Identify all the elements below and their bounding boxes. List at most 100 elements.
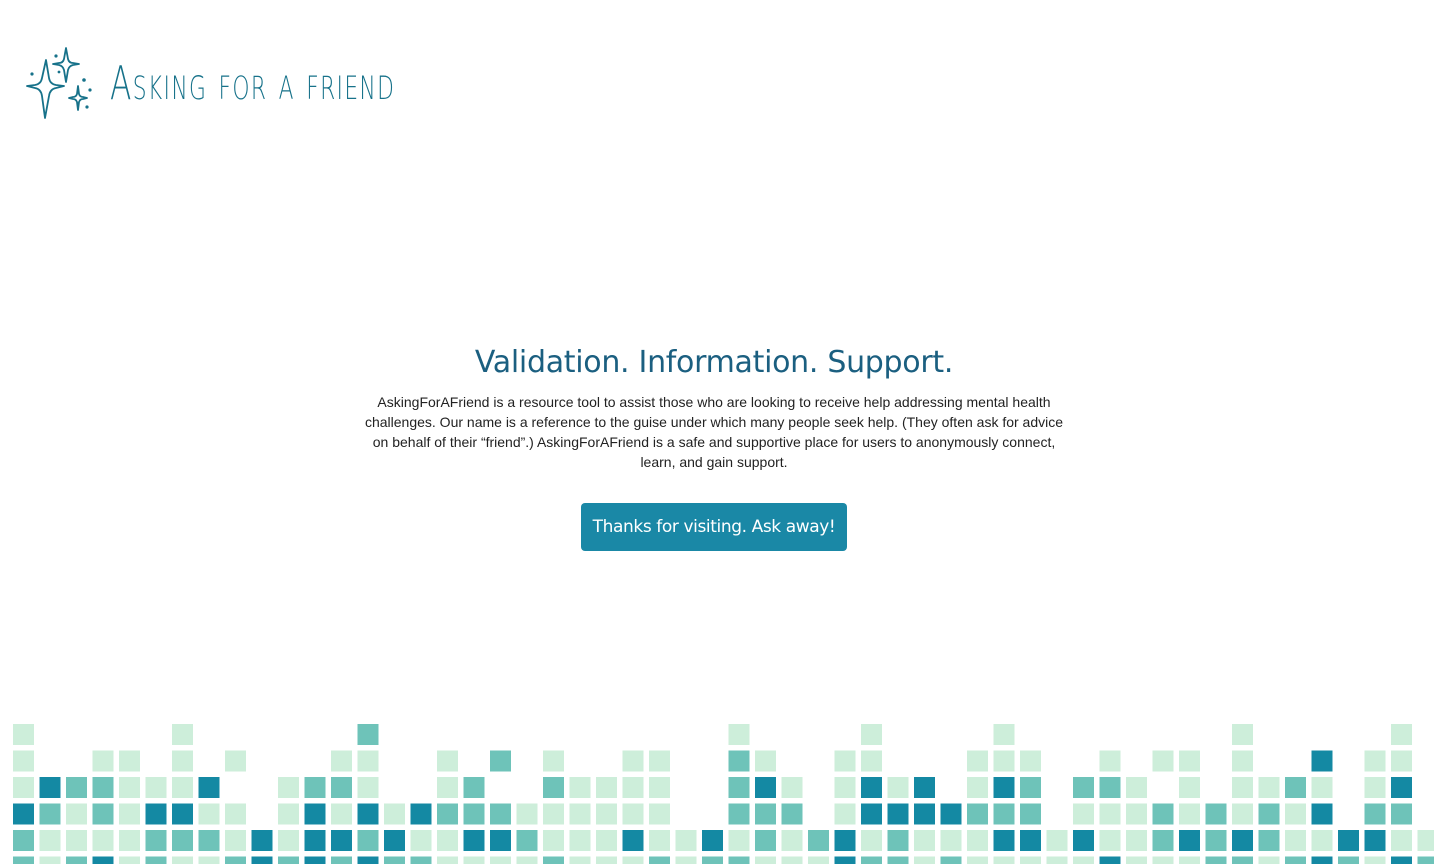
mosaic-tile <box>172 830 193 851</box>
mosaic-tile <box>1205 803 1227 825</box>
mosaic-tile <box>1391 777 1412 798</box>
mosaic-tile <box>119 830 140 851</box>
mosaic-tile <box>304 830 326 851</box>
mosaic-tile <box>1073 803 1094 825</box>
mosaic-tile <box>1126 830 1147 851</box>
mosaic-tile <box>13 777 34 798</box>
mosaic-tile <box>622 777 644 798</box>
mosaic-tile <box>649 777 670 798</box>
mosaic-tile <box>92 750 114 772</box>
mosaic-tile <box>1020 803 1041 825</box>
mosaic-tile <box>861 856 882 864</box>
mosaic-tile <box>1205 856 1227 864</box>
mosaic-tile <box>781 803 803 825</box>
mosaic-tile <box>357 750 379 772</box>
mosaic-tile <box>569 856 591 864</box>
mosaic-tile <box>66 803 87 825</box>
mosaic-tile <box>755 750 776 772</box>
mosaic-tile <box>861 803 882 825</box>
mosaic-tile <box>702 830 723 851</box>
mosaic-tile <box>198 830 220 851</box>
mosaic-tile <box>1311 830 1333 851</box>
mosaic-tile <box>1285 803 1306 825</box>
mosaic-tile <box>172 803 193 825</box>
mosaic-tile <box>357 777 379 798</box>
mosaic-tile <box>1232 856 1253 864</box>
mosaic-tile <box>728 750 750 772</box>
mosaic-tile <box>225 830 246 851</box>
mosaic-tile <box>13 724 34 745</box>
mosaic-tile <box>304 803 326 825</box>
mosaic-tile <box>967 750 988 772</box>
mosaic-tile <box>225 803 246 825</box>
mosaic-tile <box>1258 777 1280 798</box>
site-logo[interactable]: Asking for a friend <box>26 44 529 122</box>
mosaic-tile <box>914 777 935 798</box>
ask-away-button[interactable]: Thanks for visiting. Ask away! <box>580 503 848 551</box>
mosaic-tile <box>887 777 909 798</box>
mosaic-tile <box>1391 803 1412 825</box>
brand-name: Asking for a friend <box>110 56 396 110</box>
mosaic-tile <box>251 830 273 851</box>
mosaic-tile <box>66 856 87 864</box>
mosaic-tile <box>1232 724 1253 745</box>
mosaic-tile <box>861 724 882 745</box>
mosaic-tile <box>967 856 988 864</box>
mosaic-tile <box>198 803 220 825</box>
mosaic-tile <box>1099 777 1121 798</box>
mosaic-tile <box>331 777 352 798</box>
mosaic-tile <box>1020 777 1041 798</box>
mosaic-tile <box>914 830 935 851</box>
mosaic-tile <box>543 750 564 772</box>
mosaic-tile <box>755 856 776 864</box>
mosaic-tile <box>755 830 776 851</box>
mosaic-tile <box>331 750 352 772</box>
mosaic-tile <box>1179 803 1200 825</box>
mosaic-tile <box>993 724 1015 745</box>
mosaic-tile <box>490 750 511 772</box>
mosaic-tile <box>781 777 803 798</box>
mosaic-tile <box>1232 803 1253 825</box>
mosaic-tile <box>145 856 167 864</box>
mosaic-tile <box>781 830 803 851</box>
mosaic-tile <box>993 830 1015 851</box>
mosaic-tile <box>596 803 617 825</box>
mosaic-tile <box>278 803 299 825</box>
mosaic-tile <box>622 803 644 825</box>
hero-description: AskingForAFriend is a resource tool to a… <box>364 394 1064 470</box>
mosaic-tile <box>940 803 962 825</box>
mosaic-tile <box>278 856 299 864</box>
mosaic-tile <box>781 856 803 864</box>
mosaic-tile <box>463 830 485 851</box>
mosaic-tile <box>39 830 61 851</box>
mosaic-tile <box>596 777 617 798</box>
hero-title: Validation. Information. Support. <box>474 345 954 380</box>
mosaic-tile <box>1338 830 1359 851</box>
mosaic-tile <box>1417 830 1434 851</box>
mosaic-tile <box>569 830 591 851</box>
mosaic-tile <box>145 830 167 851</box>
mosaic-tile <box>887 856 909 864</box>
mosaic-tile <box>39 803 61 825</box>
mosaic-tile <box>1364 777 1386 798</box>
mosaic-tile <box>172 777 193 798</box>
mosaic-tile <box>1364 803 1386 825</box>
mosaic-tile <box>278 830 299 851</box>
mosaic-tile <box>728 803 750 825</box>
mosaic-tile <box>490 830 511 851</box>
mosaic-tile <box>1285 830 1306 851</box>
mosaic-tile <box>304 856 326 864</box>
mosaic-tile <box>1285 856 1306 864</box>
mosaic-tile <box>437 830 458 851</box>
mosaic-tile <box>1152 803 1174 825</box>
mosaic-tile <box>39 856 61 864</box>
mosaic-tile <box>304 777 326 798</box>
mosaic-tile <box>92 830 114 851</box>
mosaic-tile <box>331 830 352 851</box>
mosaic-tile <box>1179 856 1200 864</box>
mosaic-tile <box>357 803 379 825</box>
mosaic-tile <box>1020 830 1041 851</box>
mosaic-tile <box>516 856 538 864</box>
mosaic-tile <box>172 856 193 864</box>
mosaic-tile <box>649 750 670 772</box>
